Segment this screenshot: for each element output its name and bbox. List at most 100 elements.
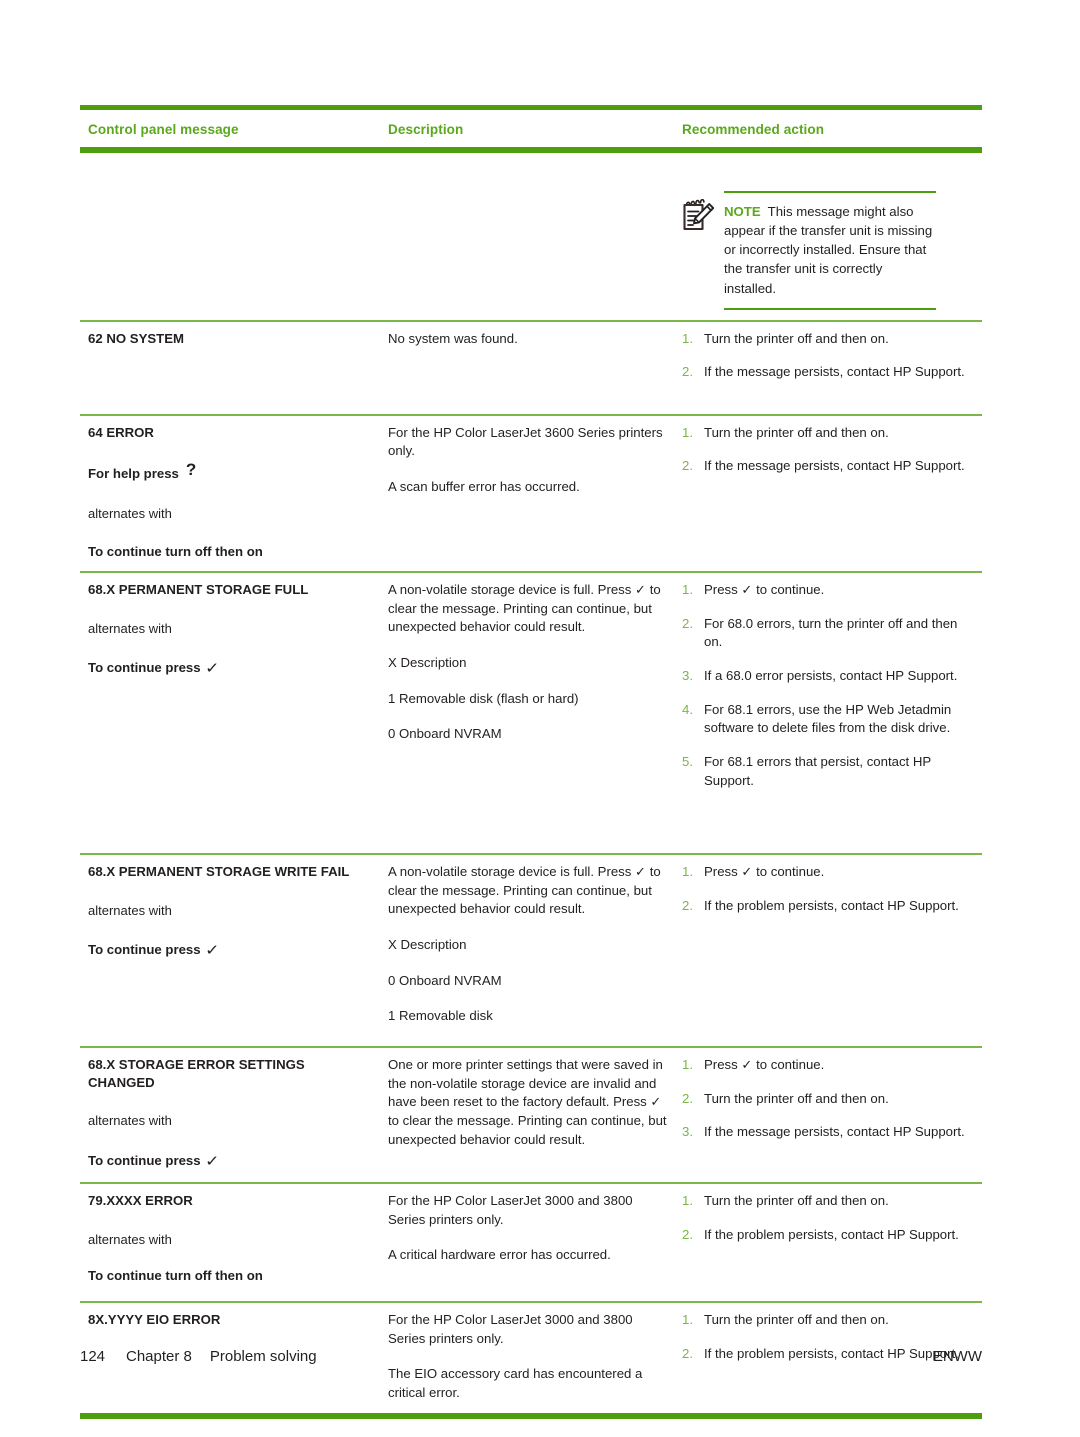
checkmark-icon: ✓ [204,941,220,960]
description-paragraph: 1 Removable disk (flash or hard) [388,690,579,706]
row-description-cell: For the HP Color LaserJet 3600 Series pr… [380,424,677,497]
action-item: 1. Turn the printer off and then on. [682,1311,978,1330]
action-text: Turn the printer off and then on. [704,424,889,440]
action-text: If the problem persists, contact HP Supp… [704,1226,959,1242]
message-alternate-title: To continue press ✓ [88,1150,374,1170]
recommended-action-list: 1. Turn the printer off and then on. 2. … [682,1192,978,1244]
message-title: 62 NO SYSTEM [88,330,185,346]
description-paragraph: For the HP Color LaserJet 3000 and 3800 … [388,1311,633,1346]
table-row: 68.X PERMANENT STORAGE WRITE FAIL altern… [80,855,982,1046]
table-row: 62 NO SYSTEM No system was found. 1. Tur… [80,322,982,414]
message-title: 79.XXXX ERROR [88,1192,193,1208]
action-number: 3. [682,668,693,684]
action-number: 1. [682,1311,693,1327]
description-paragraph: A non-volatile storage device is full. P… [388,581,661,635]
message-title: 8X.YYYY EIO ERROR [88,1311,221,1327]
action-text: Turn the printer off and then on. [704,1311,889,1327]
description-paragraph: One or more printer settings that were s… [388,1056,667,1147]
row-description-cell: For the HP Color LaserJet 3000 and 3800 … [380,1192,677,1265]
action-number: 2. [682,615,693,631]
action-number: 2. [682,1090,693,1106]
table-row: 68.X PERMANENT STORAGE FULL alternates w… [80,573,982,853]
row-description-cell: No system was found. [380,330,677,349]
message-alternate-title: To continue press ✓ [88,939,374,959]
action-item: 2. If the problem persists, contact HP S… [682,1226,978,1245]
action-text: If the message persists, contact HP Supp… [704,1124,965,1140]
alternate-title-text: To continue press [88,660,201,676]
message-help-line: For help press? [88,459,374,485]
action-text: Turn the printer off and then on. [704,330,889,346]
action-item: 2. If the message persists, contact HP S… [682,363,978,382]
description-paragraph: 0 Onboard NVRAM [388,726,502,742]
table-row: 68.X STORAGE ERROR SETTINGS CHANGED alte… [80,1048,982,1182]
footer-chapter: Chapter 8 [126,1348,192,1365]
control-panel-message-table: Control panel message Description Recomm… [80,105,982,1419]
description-paragraph: For the HP Color LaserJet 3600 Series pr… [388,424,663,459]
action-text: If the message persists, contact HP Supp… [704,364,965,380]
help-line-text: For help press [88,465,179,481]
row-message-cell: 68.X PERMANENT STORAGE FULL alternates w… [80,581,380,678]
message-alternate-title: To continue turn off then on [88,1268,263,1284]
description-paragraph: X Description [388,655,467,671]
description-paragraph: 0 Onboard NVRAM [388,972,502,988]
action-text: If the problem persists, contact HP Supp… [704,897,959,913]
action-item: 1. Press ✓ to continue. [682,863,978,882]
action-item: 1. Turn the printer off and then on. [682,330,978,349]
action-number: 2. [682,897,693,913]
description-paragraph: A critical hardware error has occurred. [388,1247,611,1263]
row-action-cell: 1. Turn the printer off and then on. 2. … [677,424,982,476]
note-continuation-row: NOTE This message might also appear if th… [80,153,982,320]
alternates-with-label: alternates with [88,506,172,522]
action-number: 1. [682,424,693,440]
footer-section-title: Problem solving [209,1348,317,1365]
footer-page-number: 124 [80,1348,106,1365]
action-item: 1. Press ✓ to continue. [682,581,978,600]
message-alternate-title: To continue press ✓ [88,657,374,677]
action-number: 1. [682,581,693,597]
action-item: 2. If the problem persists, contact HP S… [682,897,978,916]
action-text: Press ✓ to continue. [704,581,825,597]
recommended-action-list: 1. Press ✓ to continue. 2. Turn the prin… [682,1056,978,1142]
action-number: 1. [682,863,693,879]
action-item: 3. If the message persists, contact HP S… [682,1123,978,1142]
action-text: Turn the printer off and then on. [704,1192,889,1208]
description-paragraph: A non-volatile storage device is full. P… [388,863,661,917]
action-item: 2. Turn the printer off and then on. [682,1090,978,1109]
action-text: Turn the printer off and then on. [704,1090,889,1106]
action-text: For 68.1 errors, use the HP Web Jetadmin… [704,701,952,736]
help-question-icon: ? [185,459,197,479]
action-item: 1. Press ✓ to continue. [682,1056,978,1075]
action-item: 2. If the message persists, contact HP S… [682,457,978,476]
row-action-cell: 1. Turn the printer off and then on. 2. … [677,1192,982,1244]
alternates-with-label: alternates with [88,1113,172,1129]
action-item: 4. For 68.1 errors, use the HP Web Jetad… [682,701,978,738]
description-paragraph: For the HP Color LaserJet 3000 and 3800 … [388,1192,633,1227]
alternate-title-text: To continue press [88,1152,201,1168]
action-text: If a 68.0 error persists, contact HP Sup… [704,668,958,684]
note-body: NOTE This message might also appear if th… [722,191,982,310]
note-text: NOTE This message might also appear if th… [724,202,938,298]
description-paragraph: A scan buffer error has occurred. [388,479,580,495]
note-pencil-icon [680,191,722,242]
row-action-cell: 1. Press ✓ to continue. 2. Turn the prin… [677,1056,982,1142]
table-row: 64 ERROR For help press? alternates with… [80,416,982,571]
table-bottom-rule [80,1412,982,1419]
recommended-action-list: 1. Turn the printer off and then on. 2. … [682,424,978,476]
description-paragraph: 1 Removable disk [388,1008,493,1024]
action-number: 1. [682,1056,693,1072]
action-number: 1. [682,330,693,346]
note-top-rule [724,191,936,193]
note-label: NOTE [724,204,761,219]
row-message-cell: 8X.YYYY EIO ERROR [80,1311,380,1329]
row-action-cell: 1. Turn the printer off and then on. 2. … [677,330,982,382]
message-title: 64 ERROR [88,424,154,440]
row-message-cell: 68.X STORAGE ERROR SETTINGS CHANGED alte… [80,1056,380,1170]
message-title: 68.X PERMANENT STORAGE WRITE FAIL [88,863,350,879]
alternates-with-label: alternates with [88,1231,172,1247]
row-action-cell: 1. Press ✓ to continue. 2. If the proble… [677,863,982,915]
row-message-cell: 62 NO SYSTEM [80,330,380,348]
action-number: 3. [682,1124,693,1140]
row-description-cell: One or more printer settings that were s… [380,1056,677,1150]
row-message-cell: 64 ERROR For help press? alternates with… [80,424,380,561]
action-text: For 68.1 errors that persist, contact HP… [704,754,931,788]
